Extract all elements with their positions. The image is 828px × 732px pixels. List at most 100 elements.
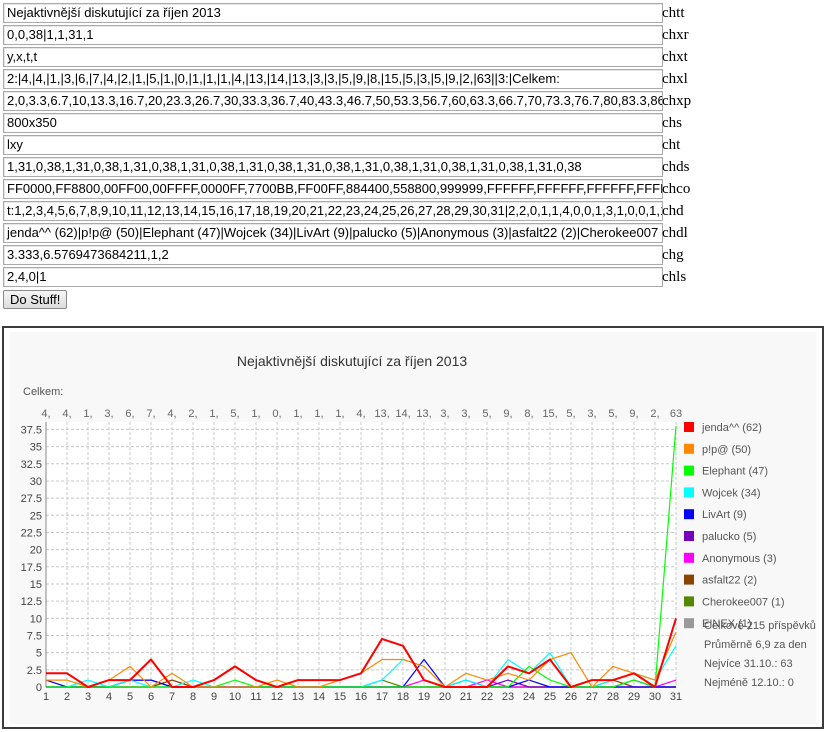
legend-swatch [684, 596, 694, 607]
x-tick-label: 28 [607, 691, 619, 703]
param-row-chxr: 0,0,38|1,1,31,1 chxr [3, 25, 723, 47]
x-tick-label: 3 [85, 691, 91, 703]
top-axis-label: 2, [650, 408, 659, 420]
legend-label: p!p@ (50) [702, 444, 751, 456]
legend-swatch [684, 552, 694, 563]
chxp-label: chxp [662, 93, 692, 109]
chds-label: chds [662, 159, 690, 175]
x-tick-label: 1 [43, 691, 49, 703]
top-axis-label: 1, [83, 408, 92, 420]
chxp-input[interactable]: 2,0,3.3,6.7,10,13.3,16.7,20,23.3,26.7,30… [3, 91, 663, 111]
chart-container: Nejaktivnější diskutující za říjen 2013 … [2, 326, 824, 729]
summary-line: Průměrně 6,9 za den [704, 639, 807, 651]
y-tick-label: 17.5 [21, 562, 42, 574]
y-tick-label: 20 [30, 545, 42, 557]
chxt-input[interactable]: y,x,t,t [3, 47, 663, 67]
top-axis-title: Celkem: [23, 386, 63, 398]
x-tick-label: 21 [460, 691, 472, 703]
top-axis-label: 4, [41, 408, 50, 420]
chdl-input[interactable]: jenda^^ (62)|p!p@ (50)|Elephant (47)|Woj… [3, 223, 663, 243]
chls-input[interactable]: 2,4,0|1 [3, 267, 663, 287]
top-axis-label: 4, [167, 408, 176, 420]
chls-label: chls [662, 269, 687, 285]
chxl-input[interactable]: 2:|4,|4,|1,|3,|6,|7,|4,|2,|1,|5,|1,|0,|1… [3, 69, 663, 89]
param-row-chxp: 2,0,3.3,6.7,10,13.3,16.7,20,23.3,26.7,30… [3, 91, 723, 113]
x-tick-label: 27 [586, 691, 598, 703]
summary-line: Nejméně 12.10.: 0 [704, 677, 794, 689]
chtt-input[interactable]: Nejaktivnější diskutující za říjen 2013 [3, 3, 663, 23]
x-tick-label: 24 [523, 691, 535, 703]
chco-label: chco [662, 181, 691, 197]
x-tick-label: 9 [211, 691, 217, 703]
top-axis-label: 4, [356, 408, 365, 420]
legend-label: palucko (5) [702, 531, 756, 543]
top-axis-label: 9, [503, 408, 512, 420]
x-tick-label: 11 [250, 691, 261, 703]
y-tick-label: 22.5 [21, 527, 42, 539]
top-axis-label: 5, [482, 408, 491, 420]
param-row-chds: 1,31,0,38,1,31,0,38,1,31,0,38,1,31,0,38,… [3, 157, 723, 179]
param-row-chdl: jenda^^ (62)|p!p@ (50)|Elephant (47)|Woj… [3, 223, 723, 245]
chtt-label: chtt [662, 5, 685, 21]
top-axis-label: 1, [209, 408, 218, 420]
cht-input[interactable]: lxy [3, 135, 663, 155]
y-tick-label: 15 [30, 579, 42, 591]
legend-label: asfalt22 (2) [702, 575, 757, 587]
top-axis-label: 3, [587, 408, 596, 420]
param-row-chls: 2,4,0|1 chls [3, 267, 723, 289]
chxr-input[interactable]: 0,0,38|1,1,31,1 [3, 25, 663, 45]
top-axis-label: 3, [461, 408, 470, 420]
summary-line: Nejvíce 31.10.: 63 [704, 658, 793, 670]
top-axis-label: 8, [524, 408, 533, 420]
top-axis-label: 1, [251, 408, 260, 420]
y-tick-label: 5 [36, 648, 42, 660]
top-axis-label: 14, [395, 408, 410, 420]
x-tick-label: 17 [376, 691, 388, 703]
y-tick-label: 25 [30, 510, 42, 522]
legend-label: Anonymous (3) [702, 553, 777, 565]
chg-input[interactable]: 3.333,6.5769473684211,1,2 [3, 245, 663, 265]
chart-params-form: Nejaktivnější diskutující za říjen 2013 … [3, 3, 723, 289]
y-tick-label: 2.5 [27, 665, 42, 677]
chds-input[interactable]: 1,31,0,38,1,31,0,38,1,31,0,38,1,31,0,38,… [3, 157, 663, 177]
x-tick-label: 20 [439, 691, 451, 703]
param-row-chd: t:1,2,3,4,5,6,7,8,9,10,11,12,13,14,15,16… [3, 201, 723, 223]
y-tick-label: 12.5 [21, 596, 42, 608]
legend-swatch [684, 443, 694, 454]
x-tick-label: 10 [229, 691, 241, 703]
x-tick-label: 23 [502, 691, 514, 703]
chs-label: chs [662, 115, 682, 131]
x-tick-label: 5 [127, 691, 133, 703]
chart-grid [45, 422, 677, 688]
legend-swatch [684, 509, 694, 520]
top-axis-label: 63 [670, 408, 682, 420]
y-tick-label: 37.5 [21, 424, 42, 436]
chdl-label: chdl [662, 225, 688, 241]
do-stuff-button[interactable]: Do Stuff! [3, 290, 68, 309]
legend-swatch [684, 531, 694, 541]
y-tick-label: 32.5 [21, 459, 42, 471]
param-row-chtt: Nejaktivnější diskutující za říjen 2013 … [3, 3, 723, 25]
legend-label: Cherokee007 (1) [702, 596, 785, 608]
chco-input[interactable]: FF0000,FF8800,00FF00,00FFFF,0000FF,7700B… [3, 179, 663, 199]
top-axis-label: 13, [374, 408, 389, 420]
x-tick-label: 8 [190, 691, 196, 703]
legend-label: LivArt (9) [702, 509, 747, 521]
top-axis-label: 7, [146, 408, 155, 420]
chs-input[interactable]: 800x350 [3, 113, 663, 133]
top-axis-label: 1, [314, 408, 323, 420]
x-tick-label: 19 [418, 691, 430, 703]
x-tick-label: 31 [670, 691, 682, 703]
chd-input[interactable]: t:1,2,3,4,5,6,7,8,9,10,11,12,13,14,15,16… [3, 201, 663, 221]
top-axis-label: 5, [566, 408, 575, 420]
x-tick-label: 26 [565, 691, 577, 703]
param-row-cht: lxy cht [3, 135, 723, 157]
x-tick-label: 22 [481, 691, 493, 703]
y-tick-label: 27.5 [21, 493, 42, 505]
top-axis-label: 6, [125, 408, 134, 420]
legend-swatch [684, 618, 694, 629]
top-axis-label: 3, [440, 408, 449, 420]
y-tick-label: 30 [30, 476, 42, 488]
legend-swatch [684, 465, 694, 476]
x-tick-label: 12 [271, 691, 283, 703]
